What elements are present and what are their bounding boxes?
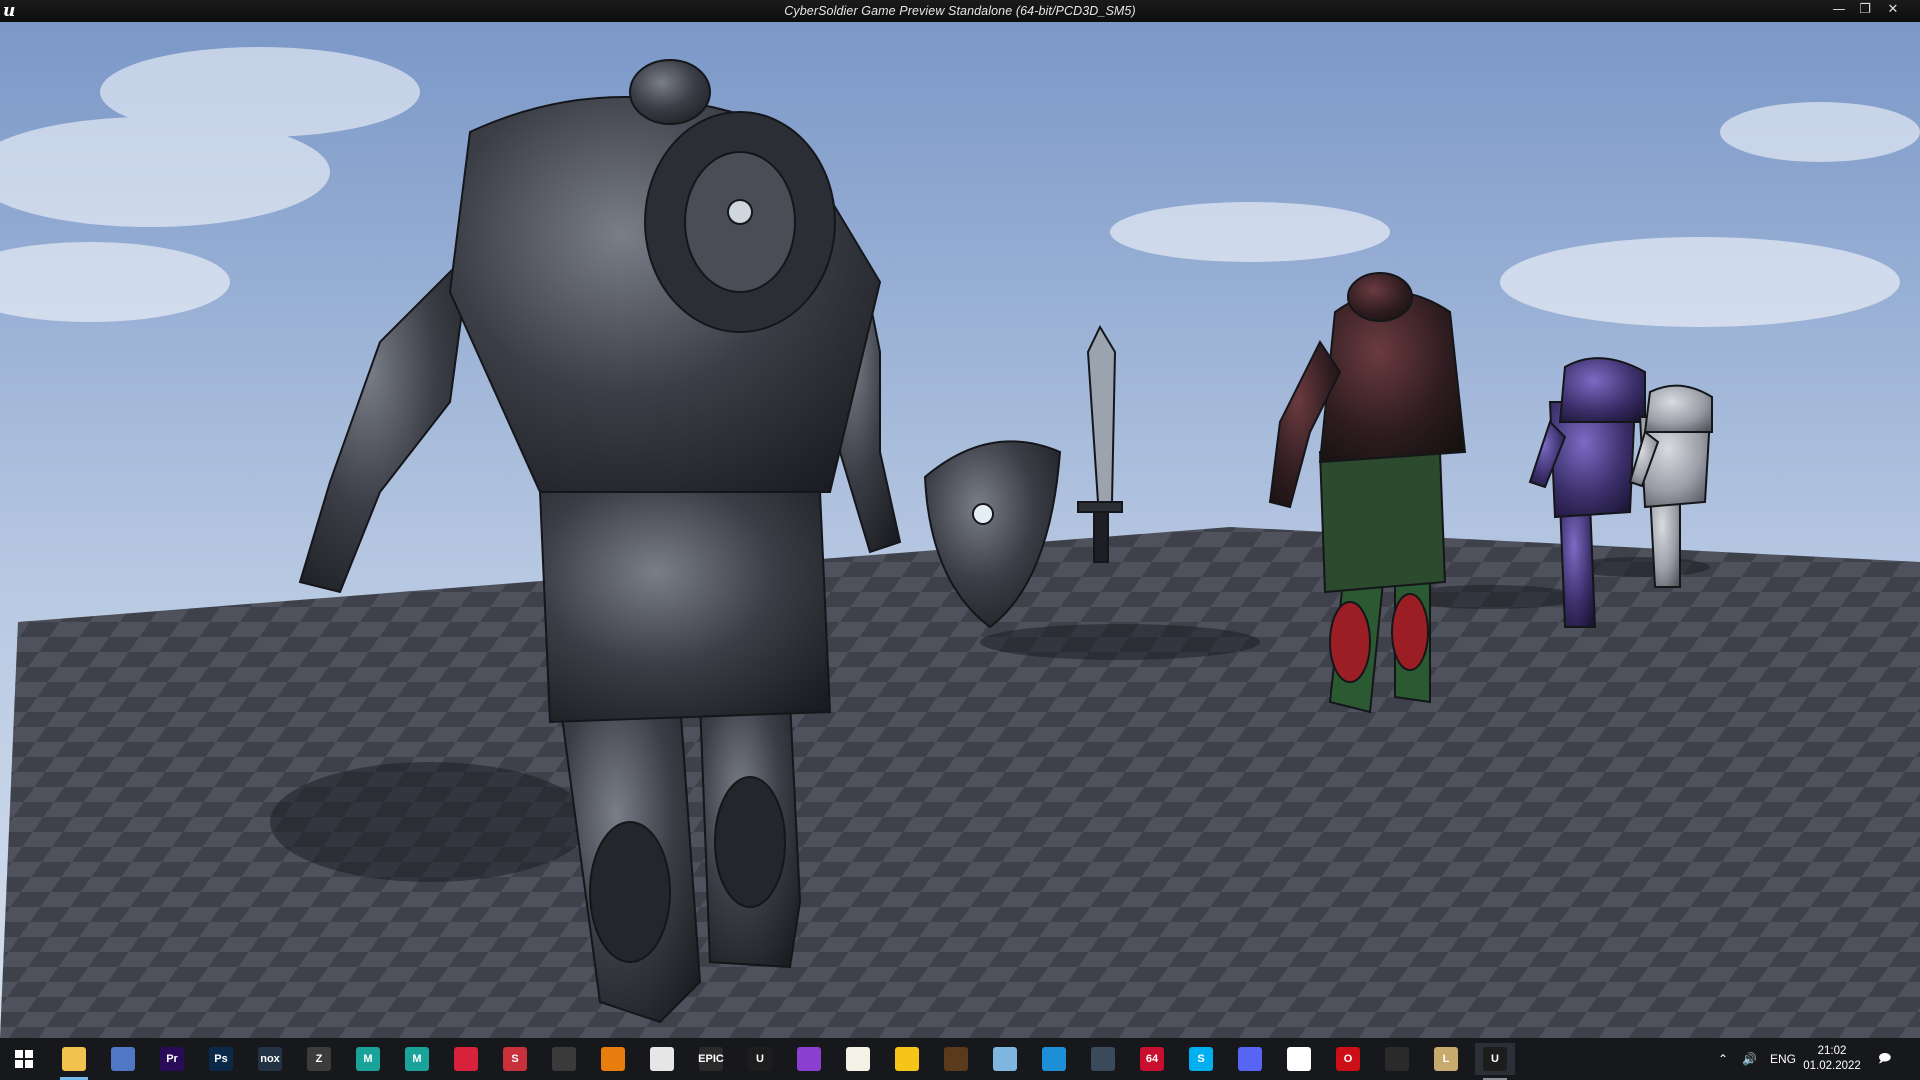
restore-icon[interactable]: ❐ [1852,0,1878,22]
speaker-icon[interactable]: 🔊 [1742,1038,1757,1080]
zbrush-icon[interactable]: Z [299,1043,339,1075]
calculator-glyph [111,1047,135,1071]
nox-glyph: nox [258,1047,282,1071]
unreal-engine-icon[interactable]: U [740,1043,780,1075]
file-explorer-icon[interactable] [54,1043,94,1080]
vs-app-glyph [650,1047,674,1071]
search-app-glyph [552,1047,576,1071]
hat-app-glyph [944,1047,968,1071]
clock-date: 01.02.2022 [1803,1060,1861,1072]
blender-glyph [601,1047,625,1071]
music-app-icon[interactable] [838,1043,878,1075]
timer-app-icon[interactable] [1034,1043,1074,1075]
game-viewport[interactable] [0,22,1920,1038]
photoshop-icon[interactable]: Ps [201,1043,241,1075]
timer-app-glyph [1042,1047,1066,1071]
maya-2-icon[interactable]: M [397,1043,437,1075]
emoji-app-icon[interactable] [887,1043,927,1075]
discord-icon[interactable] [1230,1043,1270,1075]
league-glyph: L [1434,1047,1458,1071]
opera-glyph: O [1336,1047,1360,1071]
red-app-icon[interactable] [446,1043,486,1075]
maya-1-icon[interactable]: M [348,1043,388,1075]
clock[interactable]: 21:02 01.02.2022 [1796,1044,1868,1074]
tray-chevron[interactable]: ⌃ [1718,1038,1728,1080]
game-app-icon[interactable] [1083,1043,1123,1075]
premiere-glyph: Pr [160,1047,184,1071]
unreal-engine-running-icon[interactable]: U [1475,1043,1515,1080]
yandex-app-icon[interactable] [1279,1043,1319,1075]
windows-taskbar: Pr Ps nox Z M M S EPIC U 64 S O L U ⌃ 🔊 ENG 21:02 01.… [0,1038,1920,1080]
swirl-app-glyph [797,1047,821,1071]
steam-like-icon[interactable] [1377,1043,1417,1075]
opera-icon[interactable]: O [1328,1043,1368,1075]
nox-icon[interactable]: nox [250,1043,290,1075]
bottle-app-glyph [993,1047,1017,1071]
game-app-glyph [1091,1047,1115,1071]
red-app-glyph [454,1047,478,1071]
close-icon[interactable]: ✕ [1880,0,1906,22]
search-app-icon[interactable] [544,1043,584,1075]
emoji-app-glyph [895,1047,919,1071]
minimize-icon[interactable]: — [1826,0,1852,22]
swirl-app-icon[interactable] [789,1043,829,1075]
unreal-engine-running-glyph: U [1483,1047,1507,1071]
clock-time: 21:02 [1817,1045,1847,1057]
64-app-glyph: 64 [1140,1047,1164,1071]
discord-glyph [1238,1047,1262,1071]
file-explorer-glyph [62,1047,86,1071]
premiere-icon[interactable]: Pr [152,1043,192,1075]
chevron-up-icon[interactable]: ⌃ [1718,1052,1728,1066]
hat-app-icon[interactable] [936,1043,976,1075]
zbrush-glyph: Z [307,1047,331,1071]
vs-app-icon[interactable] [642,1043,682,1075]
substance-glyph: S [503,1047,527,1071]
unreal-engine-glyph: U [748,1047,772,1071]
scene-render [0,22,1920,1038]
notification-icon[interactable]: 🗩 [1878,1038,1891,1080]
steam-like-glyph [1385,1047,1409,1071]
photoshop-glyph: Ps [209,1047,233,1071]
skype-icon[interactable]: S [1181,1043,1221,1075]
window-title-bar[interactable]: u CyberSoldier Game Preview Standalone (… [0,0,1920,22]
music-app-glyph [846,1047,870,1071]
epic-games-icon[interactable]: EPIC [691,1043,731,1075]
window-title: CyberSoldier Game Preview Standalone (64… [784,4,1136,18]
skype-glyph: S [1189,1047,1213,1071]
epic-games-glyph: EPIC [698,1047,724,1071]
maya-2-glyph: M [405,1047,429,1071]
calculator-icon[interactable] [103,1043,143,1075]
league-icon[interactable]: L [1426,1043,1466,1075]
yandex-app-glyph [1287,1047,1311,1071]
maya-1-glyph: M [356,1047,380,1071]
64-app-icon[interactable]: 64 [1132,1043,1172,1075]
substance-icon[interactable]: S [495,1043,535,1075]
blender-icon[interactable] [593,1043,633,1075]
bottle-app-icon[interactable] [985,1043,1025,1075]
language-indicator[interactable]: ENG [1770,1038,1796,1080]
windows-start-icon[interactable] [4,1043,44,1075]
